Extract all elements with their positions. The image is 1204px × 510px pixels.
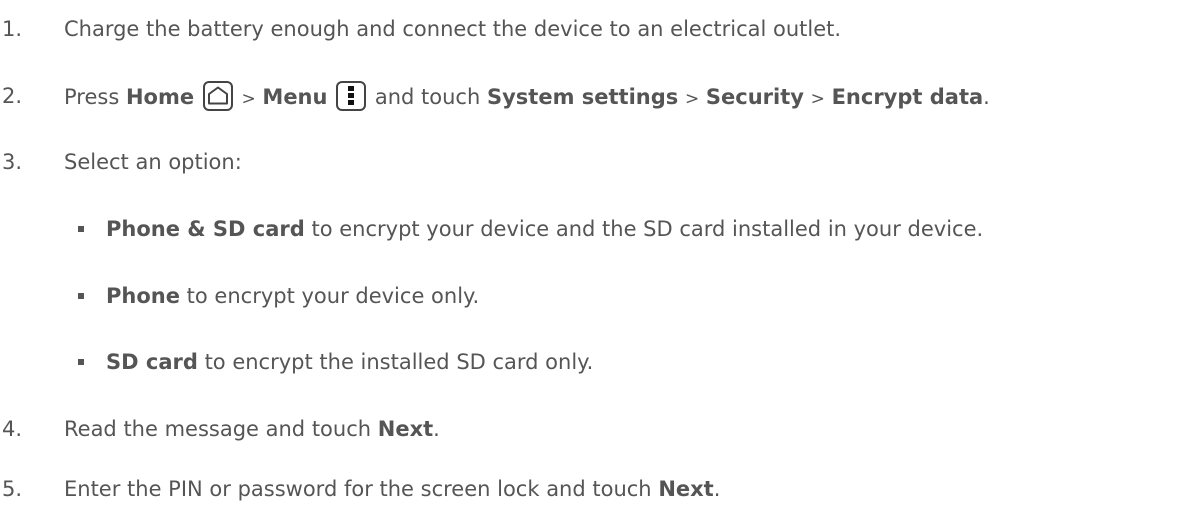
step-number: 4. (2, 417, 23, 441)
encrypt-data-label: Encrypt data (831, 85, 984, 109)
step-plain-text: Read the message and touch (64, 417, 372, 441)
step-number: 2. (2, 84, 23, 108)
next-label: Next (377, 417, 434, 441)
bullet-icon (78, 359, 84, 365)
option-text: SD card to encrypt the installed SD card… (106, 347, 593, 377)
step-text: Charge the battery enough and connect th… (64, 17, 842, 41)
option-name: SD card (106, 350, 198, 374)
option-name: Phone (106, 284, 180, 308)
bullet-icon (78, 226, 84, 232)
system-settings-label: System settings (486, 85, 679, 109)
home-icon (202, 81, 233, 111)
separator-gt: > (810, 89, 825, 109)
separator-gt: > (241, 89, 256, 109)
next-label: Next (658, 477, 714, 501)
and-touch-text: and touch (374, 85, 481, 109)
step-text: Read the message and touch Next. (64, 414, 440, 444)
bullet-icon (78, 293, 84, 299)
step-number: 3. (2, 150, 23, 174)
home-label: Home (125, 85, 195, 109)
option-description: to encrypt your device only. (186, 284, 480, 308)
step-number: 1. (2, 17, 23, 41)
separator-gt: > (684, 89, 700, 109)
period: . (433, 417, 440, 441)
step-text: Enter the PIN or password for the screen… (64, 474, 720, 504)
period: . (983, 85, 990, 109)
security-label: Security (705, 85, 804, 109)
menu-label: Menu (262, 85, 328, 109)
step-text: Press Home > Menu and touch System setti… (64, 81, 990, 114)
option-text: Phone to encrypt your device only. (106, 281, 479, 311)
option-description: to encrypt the installed SD card only. (204, 350, 594, 374)
option-description: to encrypt your device and the SD card i… (311, 217, 984, 241)
period: . (713, 477, 721, 501)
step-text: Select an option: (64, 150, 242, 174)
step-number: 5. (2, 477, 23, 501)
step-plain-text: Enter the PIN or password for the screen… (64, 477, 652, 501)
press-text: Press (64, 85, 120, 109)
option-name: Phone & SD card (106, 217, 305, 241)
menu-icon (336, 81, 367, 111)
option-text: Phone & SD card to encrypt your device a… (106, 214, 983, 244)
